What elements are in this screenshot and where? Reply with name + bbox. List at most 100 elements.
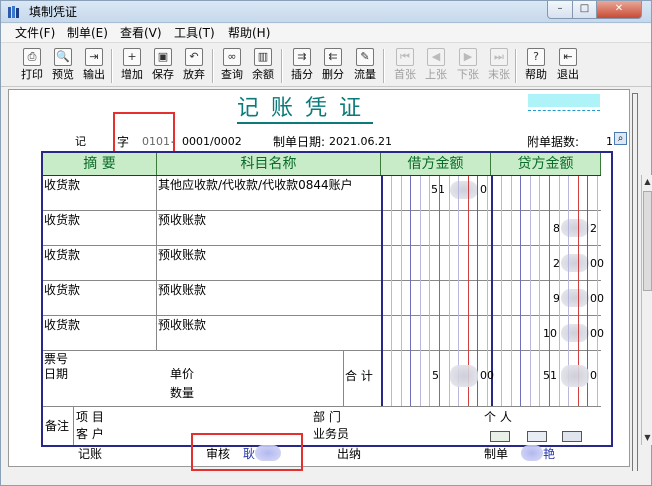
account-cell[interactable]: 其他应收款/代收款/代收款0844账户 <box>158 178 353 192</box>
credit-amount[interactable]: 10 <box>543 327 557 341</box>
summary-cell[interactable]: 收货款 <box>44 248 80 262</box>
blurred-amount <box>450 181 478 199</box>
cell-divider <box>156 176 157 211</box>
maximize-button[interactable]: □ <box>572 1 597 19</box>
toolbar-label: 流量 <box>354 68 376 81</box>
header-credit: 贷方金额 <box>491 153 601 175</box>
toolbar-delete-row-button[interactable]: ⇇ 删分 <box>318 47 348 85</box>
toolbar-next-button[interactable]: ▶ 下张 <box>453 47 483 85</box>
cell-divider <box>156 316 157 351</box>
account-cell[interactable]: 预收账款 <box>158 283 206 297</box>
debit-amount-tail[interactable]: 0 <box>480 183 487 197</box>
table-row[interactable]: 收货款预收账款1000 <box>43 316 604 351</box>
toolbar-first-button[interactable]: ⏮ 首张 <box>390 47 420 85</box>
search-icon[interactable]: ⌕ <box>614 132 627 145</box>
menu-tools[interactable]: 工具(T) <box>174 26 215 41</box>
voucher-date[interactable]: 2021.06.21 <box>329 135 392 149</box>
debit-amount[interactable]: 51 <box>431 183 445 197</box>
scroll-thumb[interactable] <box>643 191 652 291</box>
title-bar[interactable]: 填制凭证 – □ ✕ <box>1 1 651 23</box>
clerk-label: 业务员 <box>313 427 350 441</box>
toolbar-print-button[interactable]: ⎙ 打印 <box>17 47 47 85</box>
voucher-grid: 摘 要 科目名称 借方金额 贷方金额 收货款 其他应收款/代收款/代收款0844账… <box>41 151 652 447</box>
toolbar-label: 增加 <box>121 68 143 81</box>
toolbar-separator <box>515 49 517 83</box>
voucher-mark-field[interactable] <box>528 94 600 107</box>
header-debit: 借方金额 <box>381 153 491 175</box>
table-row[interactable]: 收货款 预收账款 8 2 <box>43 211 601 246</box>
header-summary: 摘 要 <box>43 153 157 175</box>
quantity-label: 数量 <box>170 386 195 400</box>
first-icon: ⏮ <box>396 48 414 66</box>
menu-help[interactable]: 帮助(H) <box>228 26 270 41</box>
summary-cell[interactable]: 收货款 <box>44 283 80 297</box>
toolbar-label: 输出 <box>83 68 105 81</box>
next-icon: ▶ <box>459 48 477 66</box>
toolbar-label: 退出 <box>557 68 579 81</box>
table-row[interactable]: 收货款预收账款900 <box>43 281 604 316</box>
customer-label: 客 户 <box>76 427 104 441</box>
toolbar-separator <box>111 49 113 83</box>
toolbar-prev-button[interactable]: ◀ 上张 <box>421 47 451 85</box>
toolbar-label: 上张 <box>425 68 447 81</box>
insert-row-icon: ⇉ <box>293 48 311 66</box>
voucher-title: 记账凭证 <box>237 96 374 124</box>
card-icon[interactable] <box>490 431 510 442</box>
blurred-amount <box>561 219 589 237</box>
account-cell[interactable]: 预收账款 <box>158 248 206 262</box>
toolbar-separator <box>383 49 385 83</box>
menu-view[interactable]: 查看(V) <box>120 26 162 41</box>
toolbar-label: 首张 <box>394 68 416 81</box>
account-cell[interactable]: 预收账款 <box>158 213 206 227</box>
toolbar-preview-button[interactable]: 🔍 预览 <box>48 47 78 85</box>
toolbar-balance-chart-button[interactable]: ▥ 余额 <box>248 47 278 85</box>
toolbar-binoculars-button[interactable]: ∞ 查询 <box>217 47 247 85</box>
menu-file[interactable]: 文件(F) <box>15 26 55 41</box>
unit-price-label: 单价 <box>170 367 195 381</box>
toolbar-label: 打印 <box>21 68 43 81</box>
exit-icon: ⇤ <box>559 48 577 66</box>
person-label: 个 人 <box>484 410 512 424</box>
toolbar-label: 查询 <box>221 68 243 81</box>
toolbar-insert-row-button[interactable]: ⇉ 插分 <box>287 47 317 85</box>
footer-row: 票号 日期 单价 数量 合 计 <box>43 350 601 407</box>
toolbar-exit-button[interactable]: ⇤ 退出 <box>553 47 583 85</box>
toolbar-label: 放弃 <box>183 68 205 81</box>
add-icon: + <box>123 48 141 66</box>
vertical-scrollbar[interactable]: ▲ ▼ <box>641 175 652 445</box>
remark-divider <box>73 407 74 445</box>
toolbar-export-button[interactable]: ⇥ 输出 <box>79 47 109 85</box>
account-cell[interactable]: 预收账款 <box>158 318 206 332</box>
attach-count[interactable]: 1 <box>606 135 613 149</box>
toolbar-help-button[interactable]: ? 帮助 <box>521 47 551 85</box>
toolbar-separator <box>212 49 214 83</box>
minimize-button[interactable]: – <box>547 1 573 19</box>
toolbar-save-button[interactable]: ▣ 保存 <box>148 47 178 85</box>
toolbar-add-button[interactable]: + 增加 <box>117 47 147 85</box>
toolbar-undo-button[interactable]: ↶ 放弃 <box>179 47 209 85</box>
voucher-number[interactable]: 0001/0002 <box>182 135 242 149</box>
cashier-label: 出纳 <box>337 447 362 461</box>
toolbar-label: 余额 <box>252 68 274 81</box>
total-debit-tail: 00 <box>480 369 494 382</box>
cell-divider <box>156 246 157 281</box>
toolbar-label: 删分 <box>322 68 344 81</box>
scroll-up-arrow-icon[interactable]: ▲ <box>642 175 652 189</box>
toolbar-last-button[interactable]: ⏭ 末张 <box>484 47 514 85</box>
table-row[interactable]: 收货款 其他应收款/代收款/代收款0844账户 51 0 <box>43 176 601 211</box>
maker-name: 艳 <box>543 447 556 461</box>
credit-amount-tail[interactable]: 2 <box>590 222 597 236</box>
summary-cell[interactable]: 收货款 <box>44 213 80 227</box>
toolbar-flow-button[interactable]: ✎ 流量 <box>350 47 380 85</box>
table-row[interactable]: 收货款预收账款200 <box>43 246 604 281</box>
print-icon: ⎙ <box>23 48 41 66</box>
menu-voucher[interactable]: 制单(E) <box>67 26 108 41</box>
summary-cell[interactable]: 收货款 <box>44 318 80 332</box>
scroll-down-arrow-icon[interactable]: ▼ <box>642 431 652 445</box>
tools-icon[interactable] <box>562 431 582 442</box>
calculator-icon[interactable] <box>527 431 547 442</box>
total-credit: 51 <box>543 369 557 382</box>
close-button[interactable]: ✕ <box>596 1 642 19</box>
cell-divider <box>156 281 157 316</box>
summary-cell[interactable]: 收货款 <box>44 178 80 192</box>
